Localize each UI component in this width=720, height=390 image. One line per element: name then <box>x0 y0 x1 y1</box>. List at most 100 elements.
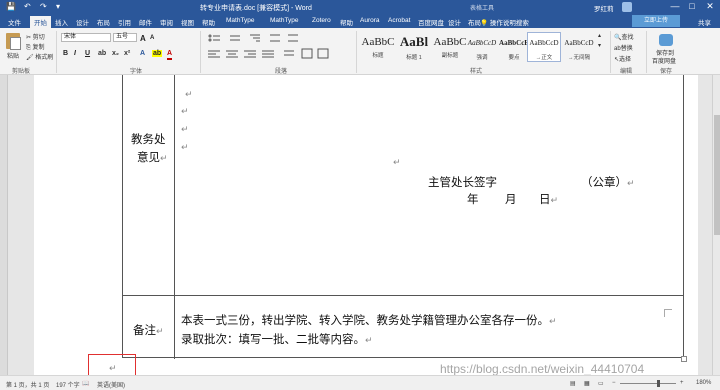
tab-file[interactable]: 文件 <box>8 17 21 27</box>
save-icon[interactable]: 💾 <box>6 2 16 11</box>
table-resize-handle[interactable] <box>681 356 687 362</box>
tab-table-design[interactable]: 设计 <box>448 17 461 27</box>
print-layout-icon[interactable]: ▦ <box>584 380 590 387</box>
tab-baidu-pan[interactable]: 百度网盘 <box>418 17 444 27</box>
tab-references[interactable]: 引用 <box>118 17 131 27</box>
font-name-select[interactable]: 宋体 <box>61 33 111 42</box>
decrease-indent-icon <box>270 34 280 42</box>
brush-icon: 🖌 <box>26 55 34 61</box>
official-seal-label: （公章）↵ <box>581 177 635 189</box>
page-count[interactable]: 第 1 页，共 1 页 <box>6 380 49 389</box>
scrollbar-thumb[interactable] <box>714 115 720 235</box>
tab-view[interactable]: 视图 <box>181 17 194 27</box>
vertical-ruler[interactable] <box>0 75 8 375</box>
tab-mathtype-1[interactable]: MathType <box>226 17 255 24</box>
styles-scroll-down-icon[interactable]: ▾ <box>598 42 601 49</box>
save-to-label-2[interactable]: 百度网盘 <box>652 56 676 65</box>
document-page[interactable]: 教务处 意见↵ ↵ ↵ ↵ ↵ ↵ 主管处长签字 （公章）↵ 年 月 日↵ 备注… <box>34 75 698 375</box>
proofing-icon[interactable]: 📖 <box>82 380 89 387</box>
styles-scroll-up-icon[interactable]: ▴ <box>598 32 601 39</box>
select-button[interactable]: ↖选择 <box>614 54 631 63</box>
grow-font-button[interactable]: A <box>140 34 146 43</box>
underline-button[interactable]: U <box>85 50 90 57</box>
zoom-slider-track[interactable] <box>620 383 676 384</box>
copy-button[interactable]: ⎘ 复制 <box>26 42 45 52</box>
divider <box>356 31 357 73</box>
tab-review[interactable]: 审阅 <box>160 17 173 27</box>
zoom-slider-knob[interactable] <box>657 380 660 387</box>
baidu-cloud-icon[interactable] <box>659 34 673 46</box>
tab-help-2[interactable]: 帮助 <box>340 17 353 27</box>
subscript-icon[interactable]: x₂ <box>112 50 119 57</box>
paragraph-mark: ↵ <box>393 157 401 167</box>
borders-icon <box>317 48 329 59</box>
cut-button[interactable]: ✂ 剪切 <box>26 32 45 41</box>
style-heading-1[interactable]: AaBl 标题 1 <box>394 32 434 62</box>
style-normal[interactable]: AaBbCcD →正文 <box>527 32 561 62</box>
italic-button[interactable]: I <box>74 50 76 57</box>
scissors-icon: ✂ <box>26 35 32 41</box>
vertical-scrollbar[interactable] <box>712 75 720 375</box>
tell-me-search[interactable]: 💡 操作说明搜索 <box>480 17 529 27</box>
trailing-paragraph-mark[interactable]: ↵ <box>109 363 117 374</box>
tab-mathtype-2[interactable]: MathType <box>270 17 299 24</box>
tab-acrobat[interactable]: Acrobat <box>388 17 410 24</box>
table-tools-context: 表格工具 <box>470 6 495 12</box>
tab-zotero[interactable]: Zotero <box>312 17 331 24</box>
application-table[interactable]: 教务处 意见↵ ↵ ↵ ↵ ↵ ↵ 主管处长签字 （公章）↵ 年 月 日↵ 备注… <box>122 75 684 359</box>
style-no-spacing[interactable]: AaBbCcD →无间隔 <box>562 32 596 62</box>
text-effects-icon[interactable]: A <box>140 50 145 57</box>
language-indicator[interactable]: 英语(美国) <box>97 380 125 389</box>
read-mode-icon[interactable]: ▤ <box>570 380 576 387</box>
maximize-button[interactable]: □ <box>685 1 699 11</box>
highlight-icon[interactable]: ab <box>152 50 163 57</box>
day-label: 日↵ <box>539 194 559 206</box>
tab-aurora[interactable]: Aurora <box>360 17 380 24</box>
zoom-out-icon[interactable]: − <box>612 380 616 386</box>
word-count[interactable]: 197 个字 <box>56 380 80 389</box>
justify-icon <box>262 50 274 58</box>
multilevel-list-icon <box>250 34 260 42</box>
style-title[interactable]: AaBbC 标题 <box>358 32 398 62</box>
minimize-button[interactable]: — <box>668 1 682 11</box>
status-bar: 第 1 页，共 1 页 197 个字 📖 英语(美国) ▤ ▦ ▭ − + 18… <box>0 375 720 390</box>
shading-icon <box>301 48 313 59</box>
font-color-icon[interactable]: A <box>167 50 173 60</box>
remark-text-line1: 本表一式三份，转出学院、转入学院、教务处学籍管理办公室各存一份。↵ <box>181 315 557 327</box>
tab-layout[interactable]: 布局 <box>97 17 110 27</box>
redo-icon[interactable]: ↷ <box>40 2 47 11</box>
customize-quick-access-icon[interactable]: ▾ <box>56 2 60 11</box>
strikethrough-icon[interactable]: ab <box>98 50 106 57</box>
increase-indent-icon <box>288 34 298 42</box>
cloud-icon[interactable] <box>622 2 632 12</box>
user-name[interactable]: 罗红莉 <box>594 3 614 13</box>
undo-icon[interactable]: ↶ <box>24 2 31 11</box>
bold-button[interactable]: B <box>63 50 68 57</box>
zoom-in-icon[interactable]: + <box>680 380 684 386</box>
find-button[interactable]: 🔍查找 <box>614 32 634 41</box>
format-painter-button[interactable]: 🖌 格式刷 <box>26 52 53 61</box>
align-right-icon <box>244 50 256 58</box>
shrink-font-button[interactable]: A <box>150 35 154 41</box>
tab-insert[interactable]: 插入 <box>55 17 68 27</box>
font-size-select[interactable]: 五号 <box>113 33 137 42</box>
zoom-level[interactable]: 180% <box>696 380 711 386</box>
close-button[interactable]: ✕ <box>703 1 717 12</box>
web-layout-icon[interactable]: ▭ <box>598 380 604 387</box>
replace-button[interactable]: ab替换 <box>614 43 633 52</box>
tab-mailings[interactable]: 邮件 <box>139 17 152 27</box>
align-left-icon <box>208 50 220 58</box>
tab-design[interactable]: 设计 <box>76 17 89 27</box>
sync-upload-button[interactable]: 立即上传 <box>632 15 680 27</box>
remark-text-line2: 录取批次：填写一批、二批等内容。↵ <box>181 334 373 346</box>
share-button[interactable]: 共享 <box>698 17 711 27</box>
paste-label[interactable]: 粘贴 <box>7 51 19 60</box>
tell-me-label: 操作说明搜索 <box>489 20 529 27</box>
tab-home[interactable]: 开始 <box>30 16 51 28</box>
paste-icon[interactable] <box>6 33 21 50</box>
tab-help[interactable]: 帮助 <box>202 17 215 27</box>
paragraph-mark: ↵ <box>181 142 189 152</box>
superscript-icon[interactable]: x² <box>124 50 130 57</box>
numbering-icon <box>230 35 240 41</box>
line-spacing-icon <box>284 50 294 56</box>
